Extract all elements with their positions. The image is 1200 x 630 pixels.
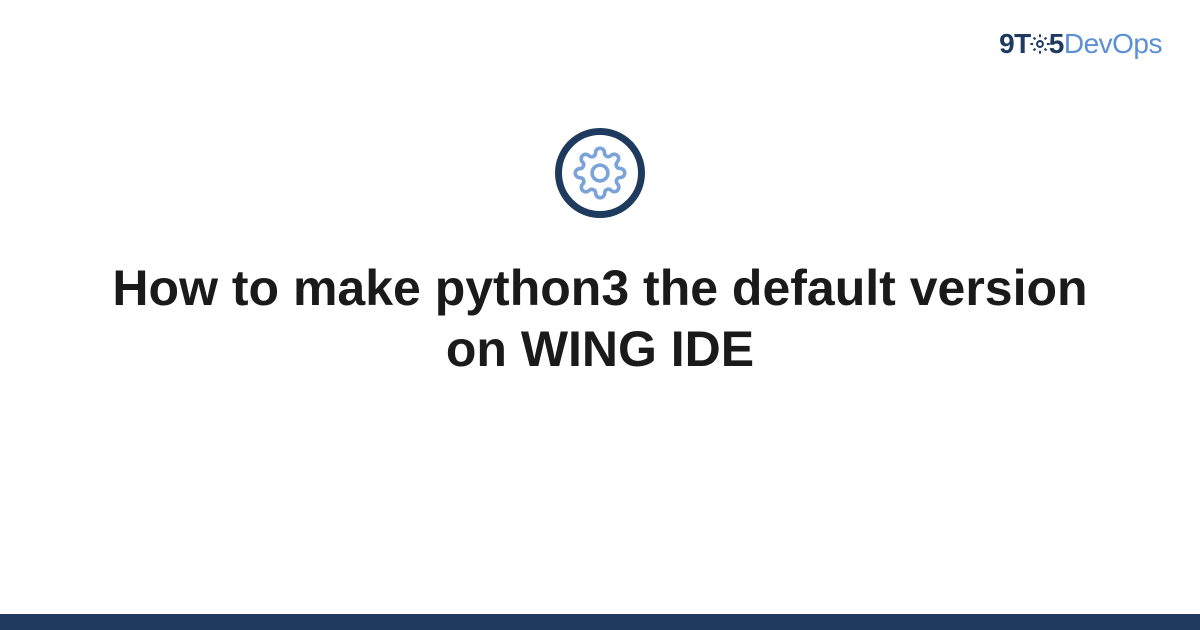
logo-text-devops: DevOps [1064,28,1162,59]
gear-badge-icon [555,128,645,218]
logo-text-5: 5 [1049,28,1064,59]
page-title: How to make python3 the default version … [0,258,1200,380]
footer-accent-bar [0,614,1200,630]
gear-icon [1029,33,1051,55]
logo-text-9t: 9T [999,28,1031,59]
site-logo: 9T 5DevOps [999,28,1162,60]
